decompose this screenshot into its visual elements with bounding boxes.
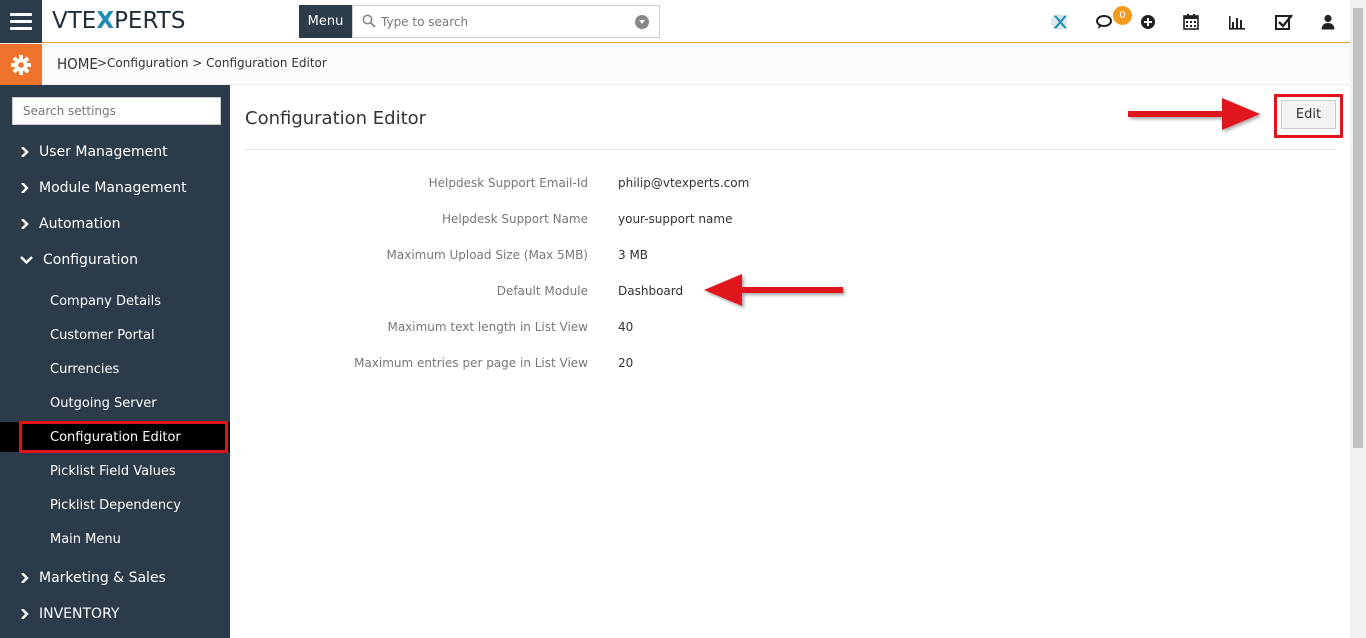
field-row-max-entries: Maximum entries per page in List View 20	[245, 356, 945, 376]
page-title: Configuration Editor	[245, 108, 427, 129]
field-row-max-text-length: Maximum text length in List View 40	[245, 320, 945, 340]
field-label: Maximum entries per page in List View	[354, 356, 588, 370]
sidebar-item-customer-portal[interactable]: Customer Portal	[0, 320, 230, 350]
field-label: Helpdesk Support Name	[441, 212, 588, 226]
field-row-helpdesk-name: Helpdesk Support Name your-support name	[245, 212, 945, 232]
highlight-box-edit	[1274, 94, 1343, 138]
page-scrollbar[interactable]	[1350, 0, 1366, 638]
sidebar-item-company-details[interactable]: Company Details	[0, 286, 230, 316]
calendar-icon[interactable]	[1181, 12, 1201, 32]
annotation-arrow-right-icon	[1128, 98, 1260, 130]
sidebar-group-inventory[interactable]: INVENTORY	[0, 599, 230, 629]
settings-search-input[interactable]	[12, 97, 221, 125]
breadcrumb-path[interactable]: >Configuration > Configuration Editor	[97, 56, 327, 70]
field-label: Default Module	[496, 284, 588, 298]
sidebar-item-picklist-dependency[interactable]: Picklist Dependency	[0, 490, 230, 520]
field-label: Helpdesk Support Email-Id	[428, 176, 588, 190]
sidebar-group-configuration[interactable]: Configuration	[0, 245, 230, 275]
scrollbar-thumb[interactable]	[1353, 8, 1363, 448]
vtiger-x-icon[interactable]	[1049, 12, 1069, 32]
search-icon	[362, 14, 376, 28]
user-profile-icon[interactable]	[1318, 12, 1338, 32]
search-input[interactable]	[381, 12, 621, 32]
sidebar-item-picklist-field-values[interactable]: Picklist Field Values	[0, 456, 230, 486]
chevron-right-icon	[21, 147, 29, 157]
global-search[interactable]	[352, 5, 660, 38]
sidebar-group-marketing-sales[interactable]: Marketing & Sales	[0, 563, 230, 593]
reports-chart-icon[interactable]	[1227, 12, 1247, 32]
add-icon[interactable]	[1138, 12, 1158, 32]
field-row-helpdesk-email: Helpdesk Support Email-Id philip@vtexper…	[245, 176, 945, 196]
field-label: Maximum Upload Size (Max 5MB)	[386, 248, 588, 262]
sidebar-group-user-management[interactable]: User Management	[0, 137, 230, 167]
chevron-right-icon	[21, 573, 29, 583]
sidebar-item-outgoing-server[interactable]: Outgoing Server	[0, 388, 230, 418]
title-divider	[245, 149, 1335, 150]
field-value: Dashboard	[618, 284, 684, 298]
notification-badge: 0	[1113, 6, 1132, 25]
sidebar-item-main-menu[interactable]: Main Menu	[0, 524, 230, 554]
field-value: philip@vtexperts.com	[618, 176, 750, 190]
field-value: 20	[618, 356, 634, 370]
settings-sidebar: User Management Module Management Automa…	[0, 85, 230, 638]
sidebar-item-currencies[interactable]: Currencies	[0, 354, 230, 384]
field-value: your-support name	[618, 212, 733, 226]
chevron-down-icon	[20, 256, 33, 265]
chevron-right-icon	[21, 609, 29, 619]
chevron-right-icon	[21, 183, 29, 193]
field-label: Maximum text length in List View	[387, 320, 588, 334]
top-bar: VTEXPERTS Menu 0	[0, 0, 1366, 43]
settings-gear-icon[interactable]	[0, 44, 42, 85]
sidebar-group-module-management[interactable]: Module Management	[0, 173, 230, 203]
tasks-checkbox-icon[interactable]	[1274, 12, 1294, 32]
annotation-arrow-left-icon	[704, 274, 843, 306]
highlight-box-config-editor	[19, 421, 228, 453]
breadcrumb: HOME >Configuration > Configuration Edit…	[0, 44, 1366, 85]
search-dropdown-icon[interactable]	[635, 15, 649, 29]
field-value: 3 MB	[618, 248, 649, 262]
menu-button[interactable]: Menu	[299, 5, 352, 38]
breadcrumb-home[interactable]: HOME	[57, 55, 98, 73]
field-value: 40	[618, 320, 634, 334]
chevron-right-icon	[21, 219, 29, 229]
brand-logo[interactable]: VTEXPERTS	[52, 8, 185, 34]
chat-icon[interactable]	[1094, 12, 1114, 32]
sidebar-group-automation[interactable]: Automation	[0, 209, 230, 239]
field-row-max-upload-size: Maximum Upload Size (Max 5MB) 3 MB	[245, 248, 945, 268]
hamburger-menu-icon[interactable]	[0, 0, 42, 43]
